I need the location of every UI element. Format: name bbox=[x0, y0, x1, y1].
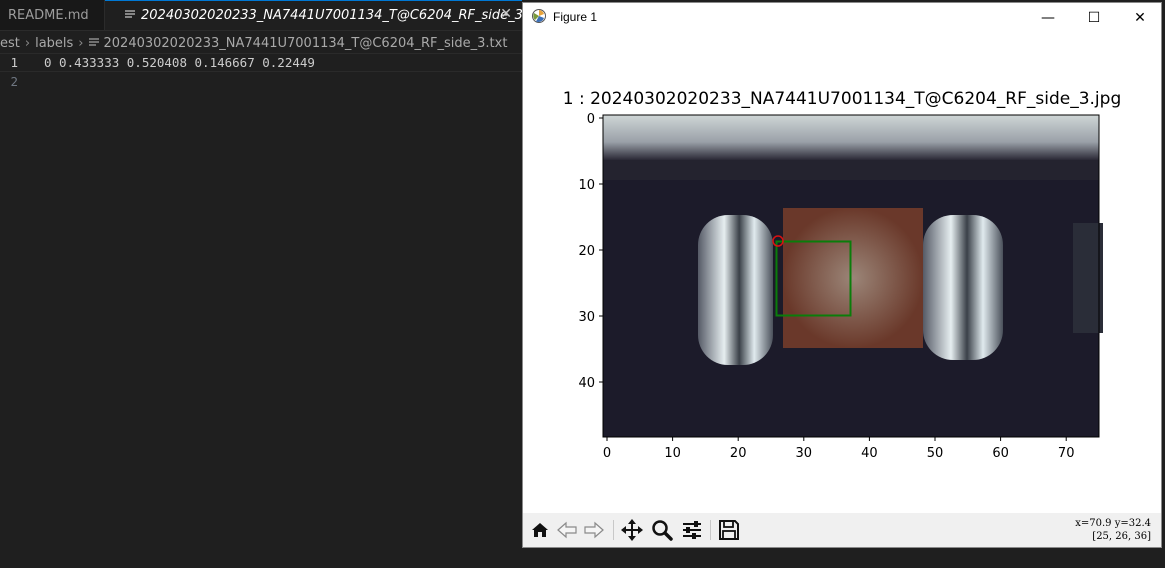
x-tick-label: 30 bbox=[796, 446, 813, 461]
x-ticks: 0 10 20 30 40 50 60 70 bbox=[603, 437, 1075, 461]
text-file-icon bbox=[88, 36, 99, 51]
tab-readme-label: README.md bbox=[8, 7, 89, 23]
line-number: 1 bbox=[10, 55, 18, 70]
y-tick-label: 10 bbox=[578, 178, 595, 193]
pan-icon[interactable] bbox=[620, 518, 644, 542]
y-tick-label: 30 bbox=[578, 310, 595, 325]
plot-axes[interactable]: 0 10 20 30 40 50 60 70 0 10 20 30 40 bbox=[523, 3, 1161, 511]
back-icon[interactable] bbox=[555, 518, 579, 542]
navigation-toolbar: x=70.9 y=32.4 [25, 26, 36] bbox=[523, 513, 1161, 547]
text-file-icon bbox=[125, 8, 135, 23]
close-icon[interactable]: ✕ bbox=[500, 6, 512, 22]
breadcrumb: est › labels › 20240302020233_NA7441U700… bbox=[0, 33, 522, 53]
x-tick-label: 0 bbox=[603, 446, 611, 461]
save-icon[interactable] bbox=[717, 518, 741, 542]
chevron-right-icon: › bbox=[78, 35, 84, 51]
configure-subplots-icon[interactable] bbox=[680, 518, 704, 542]
figure-window: Figure 1 — ☐ ✕ 1 : 20240302020233_NA7441… bbox=[522, 2, 1162, 548]
cursor-position: x=70.9 y=32.4 bbox=[1075, 518, 1151, 529]
x-tick-label: 50 bbox=[927, 446, 944, 461]
toolbar-separator bbox=[613, 520, 614, 540]
line-text[interactable]: 0 0.433333 0.520408 0.146667 0.22449 bbox=[44, 54, 315, 71]
tab-label-file-label: 20240302020233_NA7441U7001134_T@C6204_RF… bbox=[141, 8, 545, 23]
chevron-right-icon: › bbox=[24, 35, 31, 51]
tab-readme[interactable]: README.md bbox=[0, 0, 105, 30]
zoom-icon[interactable] bbox=[650, 518, 674, 542]
home-icon[interactable] bbox=[528, 518, 552, 542]
code-line[interactable]: 2 bbox=[0, 72, 522, 91]
x-tick-label: 10 bbox=[664, 446, 681, 461]
x-tick-label: 60 bbox=[992, 446, 1009, 461]
y-ticks: 0 10 20 30 40 bbox=[578, 112, 603, 391]
y-tick-label: 20 bbox=[578, 244, 595, 259]
line-number: 2 bbox=[10, 74, 18, 89]
toolbar-separator bbox=[710, 520, 711, 540]
breadcrumb-item-test[interactable]: est bbox=[0, 36, 20, 51]
forward-icon[interactable] bbox=[582, 518, 606, 542]
code-editor: README.md 20240302020233_NA7441U7001134_… bbox=[0, 0, 545, 568]
code-line[interactable]: 1 0 0.433333 0.520408 0.146667 0.22449 bbox=[0, 53, 522, 72]
x-tick-label: 40 bbox=[861, 446, 878, 461]
y-tick-label: 40 bbox=[578, 376, 595, 391]
y-tick-label: 0 bbox=[587, 112, 595, 127]
x-tick-label: 70 bbox=[1058, 446, 1075, 461]
breadcrumb-item-file[interactable]: 20240302020233_NA7441U7001134_T@C6204_RF… bbox=[104, 36, 508, 51]
cursor-coordinates: x=70.9 y=32.4 [25, 26, 36] bbox=[1075, 517, 1151, 543]
pixel-value: [25, 26, 36] bbox=[1092, 531, 1151, 542]
image-display bbox=[603, 115, 1103, 437]
x-tick-label: 20 bbox=[730, 446, 747, 461]
tab-label-file[interactable]: 20240302020233_NA7441U7001134_T@C6204_RF… bbox=[105, 0, 545, 30]
editor-tab-bar: README.md 20240302020233_NA7441U7001134_… bbox=[0, 0, 545, 31]
code-lines[interactable]: 1 0 0.433333 0.520408 0.146667 0.22449 2 bbox=[0, 53, 522, 91]
breadcrumb-item-labels[interactable]: labels bbox=[35, 36, 73, 51]
